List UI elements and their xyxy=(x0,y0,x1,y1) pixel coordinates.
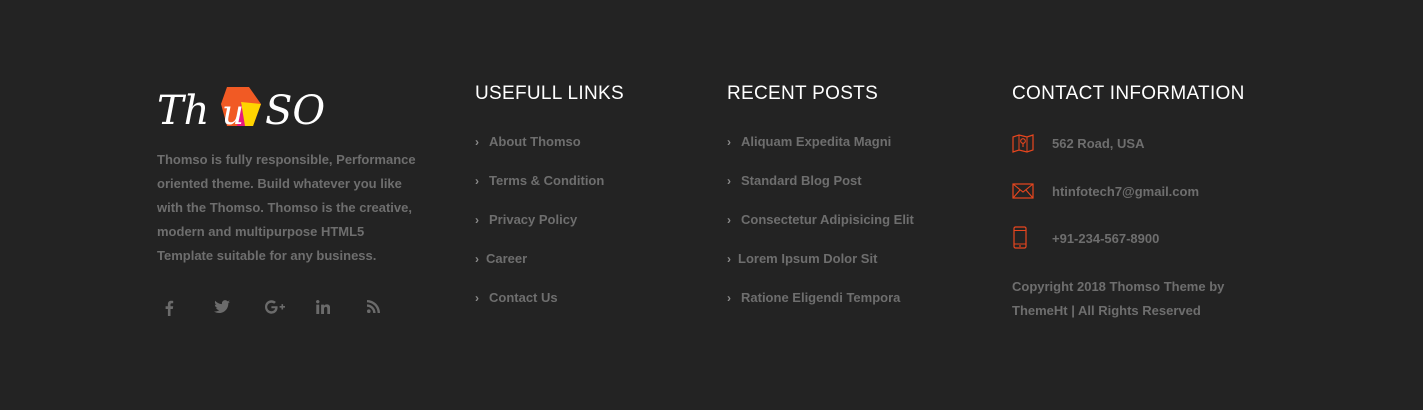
rss-link[interactable] xyxy=(367,300,418,320)
chevron-right-icon: › xyxy=(475,174,479,188)
list-item: › Terms & Condition xyxy=(475,171,604,210)
phone-icon xyxy=(1012,226,1052,250)
link-privacy[interactable]: Privacy Policy xyxy=(489,212,577,227)
email-link[interactable]: htinfotech7@gmail.com xyxy=(1052,184,1199,199)
google-plus-link[interactable] xyxy=(265,300,316,320)
linkedin-icon xyxy=(316,300,330,314)
list-item: › Aliquam Expedita Magni xyxy=(727,132,914,171)
link-terms[interactable]: Terms & Condition xyxy=(489,173,604,188)
mail-icon xyxy=(1012,179,1052,203)
link-career[interactable]: Career xyxy=(486,251,527,266)
chevron-right-icon: › xyxy=(727,252,731,266)
list-item: › Contact Us xyxy=(475,288,604,327)
chevron-right-icon: › xyxy=(727,174,731,188)
linkedin-link[interactable] xyxy=(316,300,367,320)
recent-posts-list: › Aliquam Expedita Magni › Standard Blog P… xyxy=(727,132,914,327)
rss-icon xyxy=(367,300,380,313)
social-links xyxy=(163,300,418,320)
chevron-right-icon: › xyxy=(475,135,479,149)
svg-text:SO: SO xyxy=(265,88,325,134)
contact-heading: CONTACT INFORMATION xyxy=(1012,83,1245,104)
facebook-icon xyxy=(165,300,174,316)
link-contact-us[interactable]: Contact Us xyxy=(489,290,558,305)
list-item: › Consectetur Adipisicing Elit xyxy=(727,210,914,249)
about-description: Thomso is fully responsible, Performance… xyxy=(157,152,416,263)
contact-phone: +91-234-567-8900 xyxy=(1012,226,1159,250)
list-item: › Standard Blog Post xyxy=(727,171,914,210)
contact-email: htinfotech7@gmail.com xyxy=(1012,179,1199,203)
post-link[interactable]: Consectetur Adipisicing Elit xyxy=(741,212,914,227)
facebook-link[interactable] xyxy=(163,300,214,320)
chevron-right-icon: › xyxy=(727,135,731,149)
useful-links-heading: USEFULL LINKS xyxy=(475,83,624,104)
list-item: › Career xyxy=(475,249,604,288)
site-logo[interactable]: Th u SO xyxy=(157,82,337,134)
chevron-right-icon: › xyxy=(475,252,479,266)
map-icon xyxy=(1012,131,1052,155)
contact-address: 562 Road, USA xyxy=(1012,131,1144,155)
useful-links-list: › About Thomso › Terms & Condition › Privac… xyxy=(475,132,604,327)
post-link[interactable]: Ratione Eligendi Tempora xyxy=(741,290,900,305)
link-about-thomso[interactable]: About Thomso xyxy=(489,134,581,149)
phone-text: +91-234-567-8900 xyxy=(1052,230,1160,246)
chevron-right-icon: › xyxy=(727,291,731,305)
recent-posts-heading: RECENT POSTS xyxy=(727,83,879,104)
address-text: 562 Road, USA xyxy=(1052,135,1145,151)
copyright-text: Copyright 2018 Thomso Theme by ThemeHt |… xyxy=(1012,279,1225,318)
twitter-icon xyxy=(214,300,230,313)
list-item: › Privacy Policy xyxy=(475,210,604,249)
chevron-right-icon: › xyxy=(475,291,479,305)
logo-letter-m: u xyxy=(222,93,244,133)
post-link[interactable]: Lorem Ipsum Dolor Sit xyxy=(738,251,877,266)
list-item: › Lorem Ipsum Dolor Sit xyxy=(727,249,914,288)
google-plus-icon xyxy=(265,300,285,314)
svg-text:Th: Th xyxy=(157,88,209,134)
post-link[interactable]: Aliquam Expedita Magni xyxy=(741,134,891,149)
chevron-right-icon: › xyxy=(727,213,731,227)
twitter-link[interactable] xyxy=(214,300,265,320)
chevron-right-icon: › xyxy=(475,213,479,227)
list-item: › Ratione Eligendi Tempora xyxy=(727,288,914,327)
post-link[interactable]: Standard Blog Post xyxy=(741,173,862,188)
list-item: › About Thomso xyxy=(475,132,604,171)
